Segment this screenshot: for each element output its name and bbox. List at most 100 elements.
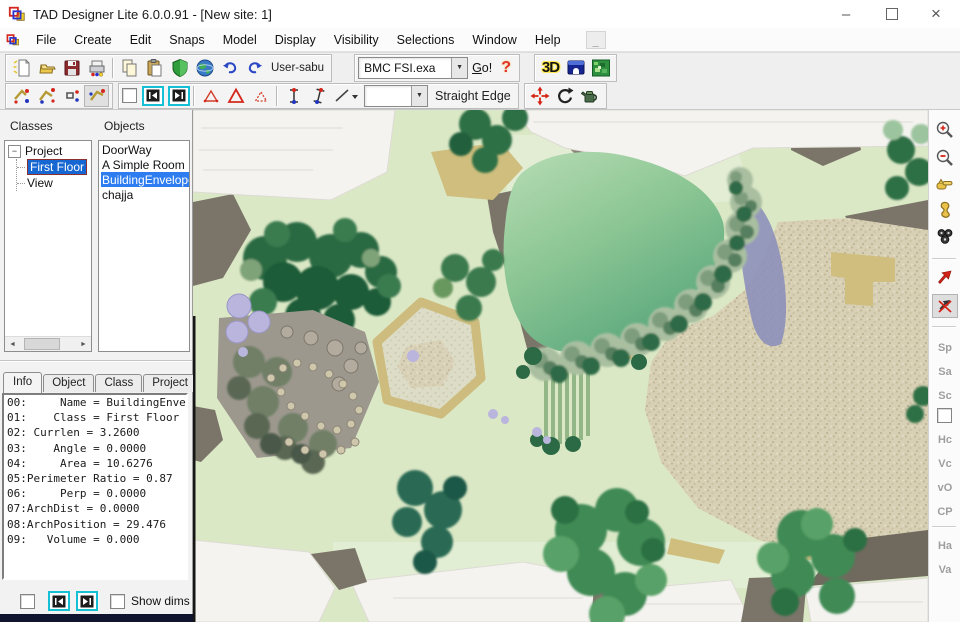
drawing-canvas[interactable] xyxy=(193,110,928,622)
deselect-button[interactable] xyxy=(932,294,958,318)
user-button[interactable]: User-sabu xyxy=(267,62,328,74)
snap-sp-button[interactable]: Sp xyxy=(932,336,958,360)
snap-cp-button[interactable]: CP xyxy=(932,500,958,524)
view-3d-button[interactable]: 3D xyxy=(538,57,563,79)
validate-button[interactable] xyxy=(167,57,192,79)
open-file-button[interactable] xyxy=(34,57,59,79)
step-forward-button[interactable] xyxy=(168,86,190,106)
print-button[interactable] xyxy=(84,57,109,79)
object-item-chajja[interactable]: chajja xyxy=(101,187,189,202)
dropdown-arrow-icon[interactable]: ▼ xyxy=(411,86,427,106)
scroll-right-icon[interactable]: ► xyxy=(76,337,91,351)
tab-info[interactable]: Info xyxy=(3,372,42,393)
close-button[interactable]: × xyxy=(914,0,958,28)
rotate-tool-button[interactable] xyxy=(553,85,578,107)
snap-ha-button[interactable]: Ha xyxy=(932,534,958,558)
tree-node-project[interactable]: − Project xyxy=(8,143,91,159)
snap-vo-button[interactable]: vO xyxy=(932,476,958,500)
zoom-out-button[interactable] xyxy=(932,146,958,170)
tree-node-first-floor[interactable]: First Floor xyxy=(17,159,91,175)
menu-model[interactable]: Model xyxy=(214,28,266,51)
menu-visibility[interactable]: Visibility xyxy=(325,28,388,51)
tree-node-view[interactable]: View xyxy=(17,175,91,191)
step-checkbox[interactable] xyxy=(122,88,137,103)
menu-selections[interactable]: Selections xyxy=(388,28,464,51)
prev-object-button[interactable] xyxy=(48,591,70,611)
triangle-snap-button[interactable] xyxy=(198,85,223,107)
menu-create[interactable]: Create xyxy=(65,28,121,51)
menu-edit[interactable]: Edit xyxy=(121,28,161,51)
insert-vertex-button[interactable] xyxy=(84,85,109,107)
discard-tool-button[interactable] xyxy=(578,85,603,107)
object-item-building-envelope[interactable]: BuildingEnvelope xyxy=(101,172,189,187)
show-dims-checkbox[interactable] xyxy=(110,594,125,609)
scroll-left-icon[interactable]: ◄ xyxy=(5,337,20,351)
objects-label: Objects xyxy=(104,119,145,133)
tab-object[interactable]: Object xyxy=(43,374,94,392)
copy-button[interactable] xyxy=(117,57,142,79)
pan-button[interactable] xyxy=(932,172,958,196)
snap-vc-button[interactable]: Vc xyxy=(932,452,958,476)
new-file-button[interactable] xyxy=(9,57,34,79)
new-file-icon xyxy=(12,58,32,78)
orbit-button[interactable] xyxy=(932,224,958,248)
tree-node-label[interactable]: View xyxy=(27,176,53,190)
tab-project[interactable]: Project xyxy=(143,374,197,392)
step-forward-icon xyxy=(172,89,186,102)
step-tool-group: ▼ Straight Edge xyxy=(118,83,519,109)
go-button[interactable]: Go! xyxy=(472,61,492,75)
object-item-doorway[interactable]: DoorWay xyxy=(101,142,189,157)
menu-file[interactable]: File xyxy=(27,28,65,51)
triangle-solid-button[interactable] xyxy=(223,85,248,107)
help-button[interactable]: ? xyxy=(501,59,511,77)
objects-list[interactable]: DoorWay A Simple Room BuildingEnvelope c… xyxy=(98,140,190,352)
scrollbar-thumb[interactable] xyxy=(24,338,60,350)
maximize-button[interactable] xyxy=(870,0,914,28)
next-object-button[interactable] xyxy=(76,591,98,611)
step-back-button[interactable] xyxy=(142,86,164,106)
snap-va-button[interactable]: Va xyxy=(932,558,958,582)
ibeam-skew-icon xyxy=(309,86,329,106)
web-button[interactable] xyxy=(192,57,217,79)
snap-sa-button[interactable]: Sa xyxy=(932,360,958,384)
snap-hc-button[interactable]: Hc xyxy=(932,428,958,452)
classes-horizontal-scrollbar[interactable]: ◄ ► xyxy=(5,336,91,351)
paste-button[interactable] xyxy=(142,57,167,79)
line-style-button[interactable] xyxy=(331,85,361,107)
engine-combo[interactable]: BMC FSI.exa ▼ xyxy=(358,57,468,79)
select-button[interactable] xyxy=(932,266,958,290)
undo-button[interactable] xyxy=(217,57,242,79)
ibeam-start-button[interactable] xyxy=(281,85,306,107)
snap-sc-button[interactable]: Sc xyxy=(932,384,958,408)
move-vertex-button[interactable] xyxy=(34,85,59,107)
triangle-dashed-button[interactable] xyxy=(248,85,273,107)
menu-display[interactable]: Display xyxy=(266,28,325,51)
minimize-button[interactable]: – xyxy=(824,0,868,28)
menu-snaps[interactable]: Snaps xyxy=(160,28,213,51)
tree-collapse-icon[interactable]: − xyxy=(8,145,21,158)
tab-class[interactable]: Class xyxy=(95,374,142,392)
classes-tree[interactable]: − Project First Floor View ◄ ► xyxy=(4,140,92,352)
menu-window[interactable]: Window xyxy=(463,28,525,51)
watering-can-icon xyxy=(580,86,600,106)
mdi-minimize-button[interactable]: _ xyxy=(586,31,606,49)
delete-vertex-button[interactable] xyxy=(59,85,84,107)
bottom-checkbox-1[interactable] xyxy=(20,594,35,609)
menu-help[interactable]: Help xyxy=(526,28,570,51)
grab-button[interactable] xyxy=(932,198,958,222)
ibeam-end-button[interactable] xyxy=(306,85,331,107)
triangle-dashed-icon xyxy=(251,86,271,106)
dropdown-arrow-icon[interactable]: ▼ xyxy=(451,58,467,78)
site-plan-map[interactable] xyxy=(193,110,928,622)
line-width-combo[interactable]: ▼ xyxy=(364,85,428,107)
zoom-in-button[interactable] xyxy=(932,118,958,142)
save-button[interactable] xyxy=(59,57,84,79)
edit-vertex-button[interactable] xyxy=(9,85,34,107)
redo-button[interactable] xyxy=(242,57,267,79)
site-map-button[interactable] xyxy=(588,57,613,79)
snap-checkbox[interactable] xyxy=(937,408,952,423)
move-tool-button[interactable] xyxy=(528,85,553,107)
model-store-button[interactable] xyxy=(563,57,588,79)
tree-node-label-selected[interactable]: First Floor xyxy=(27,159,87,175)
object-item-simple-room[interactable]: A Simple Room xyxy=(101,157,189,172)
